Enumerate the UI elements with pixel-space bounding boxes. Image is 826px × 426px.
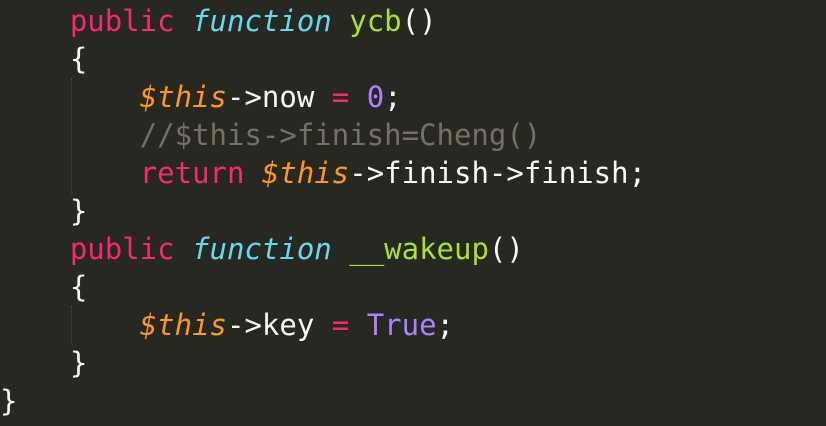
code-token: $this bbox=[139, 308, 227, 342]
code-line: { bbox=[0, 268, 87, 306]
code-line: { bbox=[0, 40, 87, 78]
code-token: ; bbox=[436, 308, 455, 342]
code-token: { bbox=[69, 42, 88, 76]
code-line: return $this->finish->finish; bbox=[0, 154, 646, 192]
code-token: ->now bbox=[227, 80, 332, 114]
code-line: } bbox=[0, 344, 87, 382]
code-token: = bbox=[331, 80, 350, 114]
code-token: } bbox=[69, 194, 88, 228]
code-token: ->finish->finish; bbox=[349, 156, 647, 190]
code-token: function bbox=[192, 4, 332, 38]
code-line: } bbox=[0, 192, 87, 230]
code-token: function bbox=[192, 232, 332, 266]
code-token: { bbox=[69, 270, 88, 304]
code-token: return bbox=[139, 156, 245, 190]
code-token: ycb bbox=[349, 4, 402, 38]
code-token: ; bbox=[384, 80, 402, 114]
code-line: //$this->finish=Cheng() bbox=[0, 116, 542, 154]
code-token: True bbox=[366, 308, 437, 342]
code-token: public bbox=[69, 232, 175, 266]
code-line: } bbox=[0, 382, 17, 420]
code-line: $this->key = True; bbox=[0, 306, 454, 344]
code-token: ->key bbox=[227, 308, 332, 342]
code-line: public function ycb() bbox=[0, 2, 437, 40]
code-token: $this bbox=[261, 156, 350, 190]
code-line: public function __wakeup() bbox=[0, 230, 524, 268]
code-token: } bbox=[0, 384, 18, 418]
code-token: () bbox=[401, 4, 437, 38]
code-line: $this->now = 0; bbox=[0, 78, 402, 116]
code-editor[interactable]: public function ycb() { $this->now = 0; … bbox=[0, 0, 826, 426]
code-token: $this bbox=[139, 80, 227, 114]
code-token: } bbox=[69, 346, 88, 380]
code-token: = bbox=[331, 308, 350, 342]
code-token: __wakeup bbox=[349, 232, 489, 266]
code-token: //$this->finish=Cheng() bbox=[139, 118, 542, 152]
code-token: 0 bbox=[366, 80, 385, 114]
code-token: public bbox=[69, 4, 175, 38]
code-token: () bbox=[488, 232, 524, 266]
